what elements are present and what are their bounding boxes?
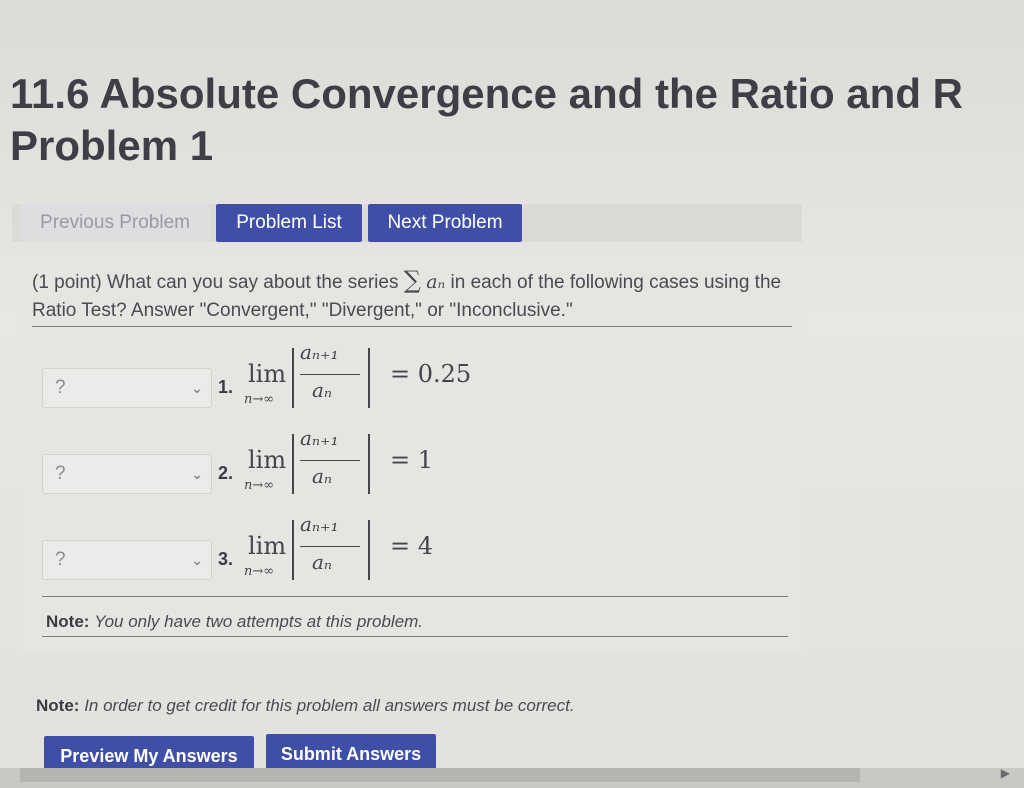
note-label: Note: xyxy=(46,612,90,631)
abs-bar-right xyxy=(368,434,370,494)
select-value: ? xyxy=(55,377,66,398)
limit-result: = 4 xyxy=(390,532,434,560)
note-label: Note: xyxy=(36,696,80,715)
answer-select-2[interactable]: ? ⌄ xyxy=(42,454,212,494)
question-text: (1 point) What can you say about the ser… xyxy=(32,266,802,325)
answer-select-1[interactable]: ? ⌄ xyxy=(42,368,212,408)
abs-bar-right xyxy=(368,348,370,408)
credit-note: Note: In order to get credit for this pr… xyxy=(36,696,575,716)
answer-row-1: ? ⌄ 1. lim n→∞ aₙ₊₁ aₙ = 0.25 xyxy=(42,340,471,448)
previous-problem-button[interactable]: Previous Problem xyxy=(20,204,210,242)
fraction-line xyxy=(300,460,360,461)
limit-result: = 0.25 xyxy=(390,360,472,388)
abs-bar-left xyxy=(292,348,294,408)
scroll-right-arrow-icon[interactable]: ▶ xyxy=(1001,766,1010,780)
question-prefix: (1 point) What can you say about the ser… xyxy=(32,272,399,293)
chevron-down-icon: ⌄ xyxy=(191,380,203,396)
problem-list-button[interactable]: Problem List xyxy=(216,204,362,242)
note-text: You only have two attempts at this probl… xyxy=(94,612,424,631)
attempts-note: Note: You only have two attempts at this… xyxy=(46,612,423,632)
select-value: ? xyxy=(55,549,66,570)
answer-select-3[interactable]: ? ⌄ xyxy=(42,540,212,580)
scroll-thumb[interactable] xyxy=(20,768,860,782)
problem-nav: Previous Problem Problem List Next Probl… xyxy=(12,204,802,242)
note-text: In order to get credit for this problem … xyxy=(84,696,575,715)
page: 11.6 Absolute Convergence and the Ratio … xyxy=(0,0,1024,788)
problem-title: Problem 1 xyxy=(10,122,214,169)
denominator: aₙ xyxy=(312,550,333,574)
fraction-line xyxy=(300,374,360,375)
select-value: ? xyxy=(55,463,66,484)
item-number: 1. xyxy=(218,377,234,397)
lim-label: lim xyxy=(248,532,287,560)
limit-result: = 1 xyxy=(390,446,434,474)
chevron-down-icon: ⌄ xyxy=(191,552,203,568)
denominator: aₙ xyxy=(312,378,333,402)
lim-label: lim xyxy=(248,360,287,388)
numerator: aₙ₊₁ xyxy=(300,512,339,536)
abs-bar-left xyxy=(292,434,294,494)
answer-row-3: ? ⌄ 3. lim n→∞ aₙ₊₁ aₙ = 4 xyxy=(42,512,442,620)
abs-bar-right xyxy=(368,520,370,580)
lim-label: lim xyxy=(248,446,287,474)
sum-symbol: ∑ xyxy=(403,266,421,294)
fraction-line xyxy=(300,546,360,547)
series-term: aₙ xyxy=(426,271,446,293)
numerator: aₙ₊₁ xyxy=(300,340,339,364)
lim-subscript: n→∞ xyxy=(244,478,275,493)
lim-subscript: n→∞ xyxy=(244,392,275,407)
chevron-down-icon: ⌄ xyxy=(191,466,203,482)
page-title: 11.6 Absolute Convergence and the Ratio … xyxy=(10,70,963,117)
next-problem-button[interactable]: Next Problem xyxy=(368,204,522,242)
lim-subscript: n→∞ xyxy=(244,564,275,579)
item-number: 3. xyxy=(218,549,234,569)
answer-row-2: ? ⌄ 2. lim n→∞ aₙ₊₁ aₙ = 1 xyxy=(42,426,442,534)
divider xyxy=(32,326,792,327)
horizontal-scrollbar[interactable]: ▶ xyxy=(0,766,1024,788)
divider xyxy=(42,596,788,597)
item-number: 2. xyxy=(218,463,234,483)
numerator: aₙ₊₁ xyxy=(300,426,339,450)
divider xyxy=(42,636,788,637)
abs-bar-left xyxy=(292,520,294,580)
denominator: aₙ xyxy=(312,464,333,488)
